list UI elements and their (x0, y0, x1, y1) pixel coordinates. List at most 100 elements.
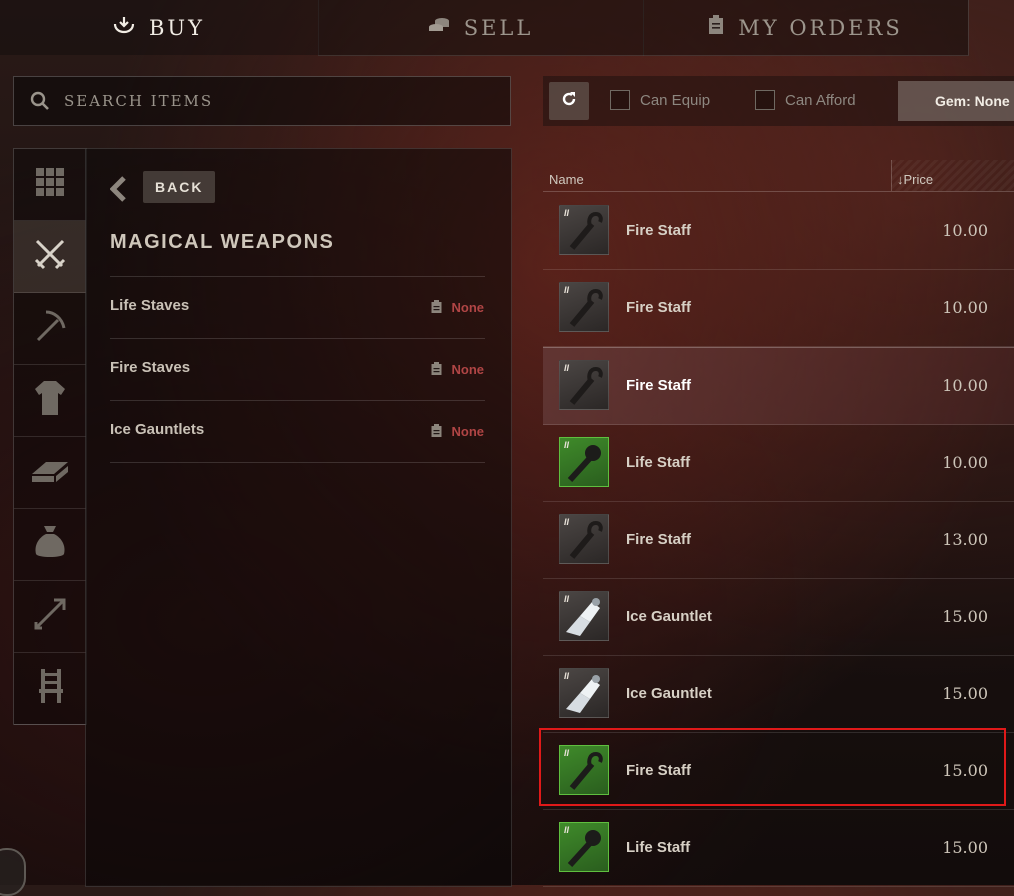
fire-staff-icon: II (559, 205, 609, 255)
category-ammunition[interactable] (14, 581, 86, 653)
item-price: 10.00 (942, 221, 988, 240)
item-name: Fire Staff (626, 531, 692, 548)
order-status-text: None (451, 362, 485, 377)
item-price: 10.00 (942, 298, 988, 317)
item-price: 15.00 (942, 607, 988, 626)
tier-badge: II (564, 208, 570, 218)
ice-gauntlet-icon: II (559, 591, 609, 641)
tier-badge: II (564, 594, 570, 604)
clipboard-icon (708, 15, 724, 40)
chevron-left-icon[interactable] (109, 176, 126, 202)
item-price: 10.00 (942, 376, 988, 395)
table-row[interactable]: II Fire Staff 10.00 (543, 347, 1014, 425)
ice-gauntlet-icon: II (559, 668, 609, 718)
subcategory-label: Life Staves (110, 297, 190, 314)
table-row[interactable]: II Fire Staff 10.00 (543, 270, 1014, 347)
table-row[interactable]: II Ice Gauntlet 15.00 (543, 579, 1014, 656)
tier-badge: II (564, 671, 570, 681)
table-row[interactable]: II Life Staff 15.00 (543, 810, 1014, 887)
tier-badge: II (564, 363, 570, 373)
subcategory-life-staves[interactable]: Life Staves None (110, 276, 485, 338)
tier-badge: II (564, 517, 570, 527)
tier-badge: II (564, 825, 570, 835)
tab-sell[interactable]: SELL (318, 0, 644, 56)
ingot-icon (30, 456, 70, 489)
arrow-icon (30, 594, 70, 639)
tab-buy-label: BUY (149, 15, 205, 40)
order-status: None (431, 361, 485, 378)
item-name: Ice Gauntlet (626, 608, 712, 625)
order-status: None (431, 423, 485, 440)
item-name: Ice Gauntlet (626, 685, 712, 702)
back-row: BACK (109, 171, 216, 203)
item-name: Fire Staff (626, 222, 692, 239)
pickaxe-icon (32, 308, 68, 349)
tab-my-orders[interactable]: MY ORDERS (643, 0, 969, 56)
item-name: Life Staff (626, 454, 691, 471)
buy-icon (113, 15, 135, 40)
table-row[interactable]: II Fire Staff 15.00 (543, 733, 1014, 810)
category-tools[interactable] (14, 293, 86, 365)
search-icon (30, 91, 50, 111)
category-resources[interactable] (14, 437, 86, 509)
filter-bar: Can Equip Can Afford Gem: None (543, 76, 1014, 126)
gem-filter-button[interactable]: Gem: None (898, 81, 1014, 121)
clipboard-icon (431, 299, 442, 316)
category-panel: BACK MAGICAL WEAPONS Life Staves None Fi… (85, 148, 512, 887)
subcategory-label: Fire Staves (110, 359, 191, 376)
category-all-items[interactable] (14, 149, 86, 221)
category-furniture[interactable] (14, 653, 86, 725)
back-button[interactable]: BACK (143, 171, 216, 203)
table-row[interactable]: II Fire Staff 10.00 (543, 193, 1014, 270)
item-name: Fire Staff (626, 762, 692, 779)
listing-table: II Fire Staff 10.00 II Fire Staff 10.00 … (543, 193, 1014, 887)
life-staff-icon: II (559, 437, 609, 487)
category-sidebar (13, 148, 87, 725)
order-status-text: None (451, 424, 485, 439)
fire-staff-icon: II (559, 360, 609, 410)
market-tabs: BUY SELL MY ORDERS (0, 0, 1014, 56)
listing-header: Name ↓Price (543, 160, 1014, 192)
fire-staff-icon: II (559, 514, 609, 564)
can-afford-label: Can Afford (785, 91, 856, 109)
item-name: Fire Staff (626, 299, 692, 316)
table-row[interactable]: II Fire Staff 13.00 (543, 502, 1014, 579)
clipboard-icon (431, 361, 442, 378)
tier-badge: II (564, 285, 570, 295)
item-price: 10.00 (942, 453, 988, 472)
item-price: 15.00 (942, 761, 988, 780)
item-name: Life Staff (626, 839, 691, 856)
item-name: Fire Staff (626, 377, 692, 394)
subcategory-ice-gauntlets[interactable]: Ice Gauntlets None (110, 400, 485, 463)
can-equip-checkbox[interactable]: Can Equip (610, 90, 710, 110)
tab-buy[interactable]: BUY (0, 0, 319, 55)
category-weapons[interactable] (14, 221, 86, 293)
category-consumables[interactable] (14, 509, 86, 581)
chair-icon (37, 667, 63, 710)
item-price: 15.00 (942, 684, 988, 703)
checkbox-box[interactable] (755, 90, 775, 110)
column-price[interactable]: ↓Price (891, 160, 1014, 191)
table-row[interactable]: II Ice Gauntlet 15.00 (543, 656, 1014, 733)
subcategory-fire-staves[interactable]: Fire Staves None (110, 338, 485, 400)
corner-badge (0, 848, 26, 896)
refresh-button[interactable] (549, 82, 589, 120)
fire-staff-icon: II (559, 282, 609, 332)
order-status: None (431, 299, 485, 316)
item-price: 15.00 (942, 838, 988, 857)
table-row[interactable]: II Life Staff 10.00 (543, 425, 1014, 502)
search-input[interactable] (62, 91, 486, 111)
category-armor[interactable] (14, 365, 86, 437)
life-staff-icon: II (559, 822, 609, 872)
tab-my-orders-label: MY ORDERS (738, 15, 903, 40)
crossed-swords-icon (32, 236, 68, 277)
item-price: 13.00 (942, 530, 988, 549)
tab-sell-label: SELL (463, 15, 534, 40)
can-afford-checkbox[interactable]: Can Afford (755, 90, 856, 110)
column-name[interactable]: Name (549, 172, 584, 187)
tier-badge: II (564, 748, 570, 758)
coins-icon (428, 16, 450, 39)
checkbox-box[interactable] (610, 90, 630, 110)
search-bar (13, 76, 511, 126)
order-status-text: None (451, 300, 485, 315)
